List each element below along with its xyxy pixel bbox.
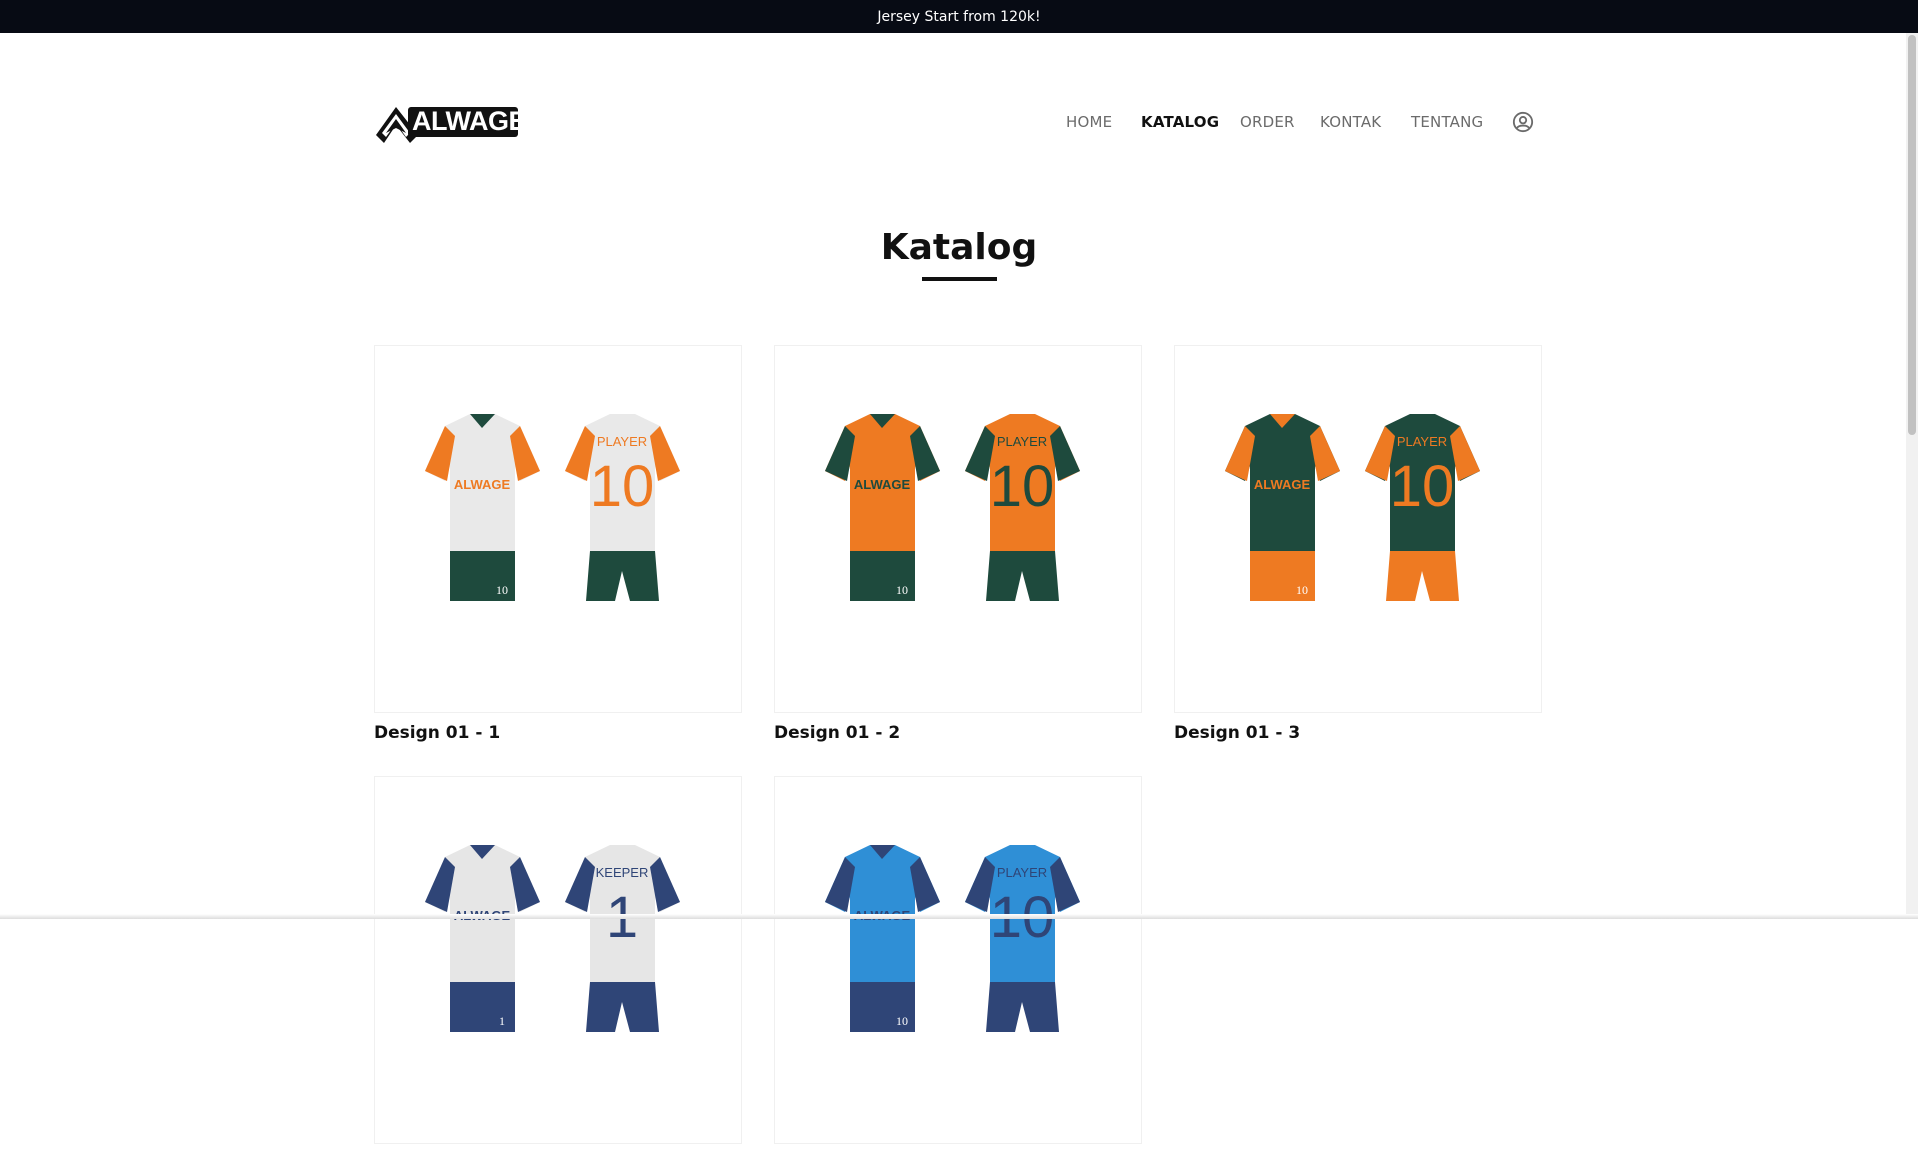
jersey-illustration: ALWAGE 10 PLAYER 10: [825, 845, 1080, 1032]
page-title: Katalog: [880, 227, 1038, 268]
svg-text:PLAYER: PLAYER: [997, 865, 1047, 880]
svg-text:10: 10: [1390, 454, 1455, 519]
svg-text:10: 10: [896, 1014, 908, 1028]
nav-order[interactable]: ORDER: [1240, 113, 1295, 131]
jersey-illustration: ALWAGE 10 PLAYER 10: [1225, 414, 1480, 601]
main-nav: HOME KATALOG ORDER KONTAK TENTANG: [0, 113, 1918, 133]
product-card[interactable]: ALWAGE 1 KEEPER 1: [374, 776, 742, 1154]
svg-text:10: 10: [896, 583, 908, 597]
svg-text:10: 10: [1296, 583, 1308, 597]
scrollbar-thumb[interactable]: [1908, 35, 1916, 435]
product-image[interactable]: ALWAGE 10 PLAYER 10: [774, 776, 1142, 1144]
svg-text:10: 10: [990, 454, 1055, 519]
product-image[interactable]: ALWAGE 10 PLAYER 10: [374, 345, 742, 713]
product-card[interactable]: ALWAGE 10 PLAYER 10: [774, 776, 1142, 1154]
product-name[interactable]: Design 01 - 1: [374, 723, 742, 743]
product-image[interactable]: ALWAGE 1 KEEPER 1: [374, 776, 742, 1144]
jersey-illustration: ALWAGE 1 KEEPER 1: [425, 845, 680, 1032]
product-card[interactable]: ALWAGE 10 PLAYER 10 Design 01 - 3: [1174, 345, 1542, 743]
svg-text:PLAYER: PLAYER: [997, 434, 1047, 449]
svg-text:PLAYER: PLAYER: [1397, 434, 1447, 449]
announcement-bar: Jersey Start from 120k!: [0, 0, 1918, 33]
svg-text:10: 10: [590, 454, 655, 519]
nav-kontak[interactable]: KONTAK: [1320, 113, 1381, 131]
user-circle-icon[interactable]: [1512, 111, 1534, 133]
scrollbar[interactable]: [1906, 33, 1918, 919]
jersey-illustration: ALWAGE 10 PLAYER 10: [425, 414, 680, 601]
product-name[interactable]: Design 01 - 3: [1174, 723, 1542, 743]
svg-text:ALWAGE: ALWAGE: [1254, 477, 1311, 492]
svg-text:PLAYER: PLAYER: [597, 434, 647, 449]
site-header: ALWAGE HOME KATALOG ORDER KONTAK TENTANG: [0, 33, 1918, 143]
nav-home[interactable]: HOME: [1066, 113, 1112, 131]
svg-text:ALWAGE: ALWAGE: [854, 477, 911, 492]
product-card[interactable]: ALWAGE 10 PLAYER 10 Design 01 - 2: [774, 345, 1142, 743]
nav-tentang[interactable]: TENTANG: [1411, 113, 1483, 131]
svg-text:ALWAGE: ALWAGE: [454, 477, 511, 492]
product-card[interactable]: ALWAGE 10 PLAYER 10 Design 01 - 1: [374, 345, 742, 743]
nav-katalog[interactable]: KATALOG: [1141, 113, 1219, 131]
product-image[interactable]: ALWAGE 10 PLAYER 10: [774, 345, 1142, 713]
title-underline: [922, 277, 997, 281]
jersey-illustration: ALWAGE 10 PLAYER 10: [825, 414, 1080, 601]
bottom-edge: [0, 914, 1918, 919]
product-name[interactable]: Design 01 - 2: [774, 723, 1142, 743]
svg-text:10: 10: [496, 583, 508, 597]
product-image[interactable]: ALWAGE 10 PLAYER 10: [1174, 345, 1542, 713]
svg-text:1: 1: [499, 1014, 505, 1028]
svg-text:KEEPER: KEEPER: [596, 865, 649, 880]
announcement-text: Jersey Start from 120k!: [877, 8, 1041, 25]
